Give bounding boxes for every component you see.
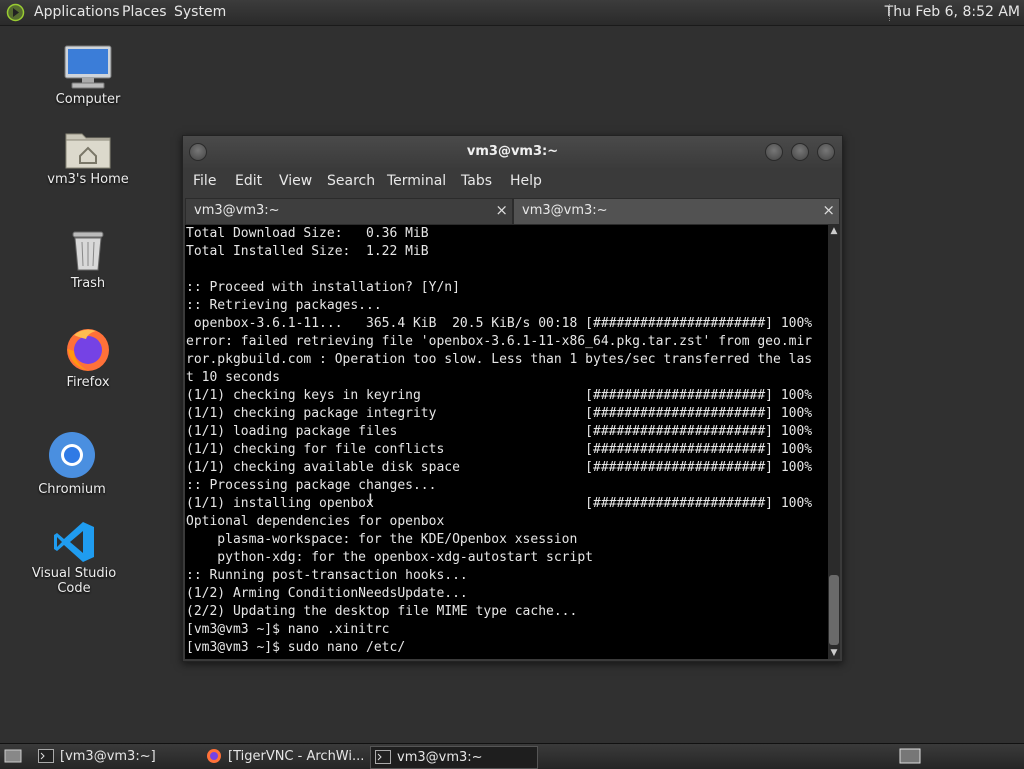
firefox-icon [67, 329, 109, 371]
terminal-line: t 10 seconds [186, 370, 280, 385]
terminal-line: openbox-3.6.1-11... 365.4 KiB 20.5 KiB/s… [186, 316, 813, 331]
close-button[interactable] [817, 143, 835, 161]
terminal-line: ror.pkgbuild.com : Operation too slow. L… [186, 352, 813, 367]
terminal-text: Total Download Size: 0.36 MiB Total Inst… [185, 225, 828, 657]
desktop-icon-label: Firefox [66, 375, 110, 390]
terminal-line: [vm3@vm3 ~]$ nano .xinitrc [186, 622, 390, 637]
tab-1[interactable]: vm3@vm3:~ × [185, 198, 513, 225]
window-titlebar[interactable]: vm3@vm3:~ [183, 136, 842, 168]
terminal-line: (1/1) checking keys in keyring [########… [186, 388, 813, 403]
scrollbar[interactable]: ▲ ▼ [828, 225, 840, 659]
terminal-line: (1/2) Arming ConditionNeedsUpdate... [186, 586, 468, 601]
terminal-line: plasma-workspace: for the KDE/Openbox xs… [186, 532, 578, 547]
desktop-icon-label: Trash [70, 276, 106, 291]
desktop-icon-home[interactable]: vm3's Home [28, 128, 148, 187]
menu-search[interactable]: Search [327, 173, 375, 189]
desktop-icon-computer[interactable]: Computer [28, 44, 148, 107]
desktop-icon-label: Chromium [38, 482, 106, 497]
terminal-line: :: Retrieving packages... [186, 298, 382, 313]
terminal-line: Optional dependencies for openbox [186, 514, 445, 529]
desktop-icon-label: Visual Studio Code [31, 566, 117, 596]
window-title: vm3@vm3:~ [466, 144, 559, 159]
menu-edit[interactable]: Edit [235, 173, 262, 189]
mouse-ibeam-cursor-icon: I [368, 490, 373, 509]
maximize-button[interactable] [791, 143, 809, 161]
menu-tabs[interactable]: Tabs [461, 173, 492, 189]
terminal-menubar: File Edit View Search Terminal Tabs Help [183, 169, 842, 197]
menu-places[interactable]: Places [122, 4, 167, 20]
menu-system[interactable]: System [174, 4, 226, 20]
firefox-icon [207, 749, 221, 763]
desktop-icon-label: vm3's Home [47, 172, 129, 187]
tab-label: vm3@vm3:~ [194, 203, 280, 218]
terminal-line: Total Installed Size: 1.22 MiB [186, 244, 429, 259]
desktop-icon-firefox[interactable]: Firefox [28, 325, 148, 390]
taskbar-item-terminal-1[interactable]: [vm3@vm3:~] [34, 746, 200, 767]
terminal-line: Total Download Size: 0.36 MiB [186, 226, 429, 241]
desktop-icon-trash[interactable]: Trash [28, 228, 148, 291]
desktop-icon-vscode[interactable]: Visual Studio Code [14, 520, 134, 596]
desktop-icon-chromium[interactable]: Chromium [12, 430, 132, 497]
vscode-icon [54, 522, 94, 562]
tab-2[interactable]: vm3@vm3:~ × [513, 198, 840, 225]
taskbar-item-terminal-2[interactable]: vm3@vm3:~ [370, 746, 538, 769]
scroll-down-arrow-icon[interactable]: ▼ [828, 647, 840, 659]
workspace-switcher[interactable] [898, 746, 922, 767]
home-folder-icon [65, 133, 111, 169]
terminal-line: (2/2) Updating the desktop file MIME typ… [186, 604, 578, 619]
bottom-panel: [vm3@vm3:~] [TigerVNC - ArchWi... vm3@vm… [0, 743, 1024, 769]
taskbar-item-label: vm3@vm3:~ [397, 750, 483, 765]
menu-applications[interactable]: Applications [34, 4, 120, 20]
terminal-line: :: Processing package changes... [186, 478, 437, 493]
terminal-line: python-xdg: for the openbox-xdg-autostar… [186, 550, 593, 565]
terminal-line: (1/1) checking available disk space [###… [186, 460, 813, 475]
menu-file[interactable]: File [193, 173, 216, 189]
terminal-line: [vm3@vm3 ~]$ sudo nano /etc/ [186, 640, 406, 655]
top-panel: Applications Places System Thu Feb 6, 8:… [0, 0, 1024, 26]
terminal-line: (1/1) loading package files [###########… [186, 424, 813, 439]
distro-logo-icon[interactable] [6, 3, 25, 22]
computer-icon [64, 45, 112, 89]
menu-help[interactable]: Help [510, 173, 542, 189]
tab-bar: vm3@vm3:~ × vm3@vm3:~ × [185, 198, 840, 225]
terminal-line: :: Proceed with installation? [Y/n] [186, 280, 460, 295]
taskbar-item-label: [vm3@vm3:~] [60, 749, 156, 764]
terminal-line: (1/1) installing openbox [##############… [186, 496, 813, 511]
terminal-icon [375, 750, 391, 764]
terminal-line: :: Running post-transaction hooks... [186, 568, 468, 583]
chromium-icon [49, 432, 95, 478]
trash-icon [72, 231, 104, 271]
scroll-up-arrow-icon[interactable]: ▲ [828, 225, 840, 237]
terminal-line: (1/1) checking for file conflicts [#####… [186, 442, 813, 457]
terminal-window[interactable]: vm3@vm3:~ File Edit View Search Terminal… [182, 135, 843, 662]
terminal-line: error: failed retrieving file 'openbox-3… [186, 334, 813, 349]
terminal-line: (1/1) checking package integrity [######… [186, 406, 813, 421]
terminal-icon [38, 749, 54, 763]
terminal-output[interactable]: Total Download Size: 0.36 MiB Total Inst… [185, 225, 828, 659]
taskbar-item-firefox[interactable]: [TigerVNC - ArchWi... [202, 746, 368, 767]
scrollbar-thumb[interactable] [829, 575, 839, 645]
workspace-icon [899, 748, 921, 764]
tab-close-icon[interactable]: × [495, 201, 508, 219]
taskbar-item-label: [TigerVNC - ArchWi... [228, 749, 365, 764]
menu-terminal[interactable]: Terminal [387, 173, 446, 189]
tab-label: vm3@vm3:~ [522, 203, 608, 218]
show-desktop-icon [4, 749, 22, 763]
menu-view[interactable]: View [279, 173, 312, 189]
tab-close-icon[interactable]: × [822, 201, 835, 219]
show-desktop-button[interactable] [2, 746, 24, 767]
minimize-button[interactable] [765, 143, 783, 161]
clock[interactable]: Thu Feb 6, 8:52 AM [885, 4, 1020, 20]
desktop-icon-label: Computer [55, 92, 121, 107]
